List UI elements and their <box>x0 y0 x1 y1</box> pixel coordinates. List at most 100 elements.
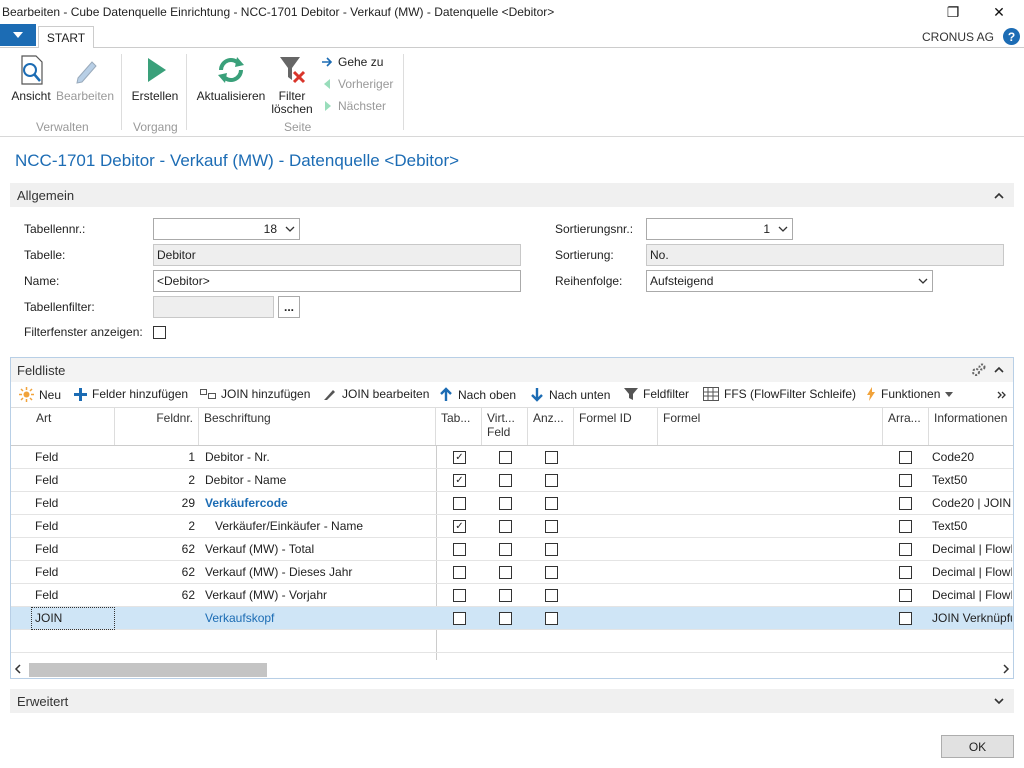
cell-feldnr[interactable]: 62 <box>115 588 195 602</box>
nach-unten-button[interactable]: Nach unten <box>530 387 610 402</box>
col-header-virt[interactable]: Virt... Feld <box>482 408 528 445</box>
erweitert-section-header[interactable]: Erweitert <box>10 689 1014 713</box>
cell-arra-checkbox[interactable] <box>899 543 912 556</box>
bearbeiten-button[interactable]: Bearbeiten <box>56 54 114 103</box>
cell-art[interactable]: Feld <box>35 450 111 464</box>
table-row[interactable]: Feld 1 Debitor - Nr. ✓ Code20 <box>11 446 1013 469</box>
cell-feldnr[interactable]: 1 <box>115 450 195 464</box>
cell-virt-checkbox[interactable] <box>499 566 512 579</box>
cell-arra-checkbox[interactable] <box>899 566 912 579</box>
col-header-feldnr[interactable]: Feldnr. <box>115 408 199 445</box>
cell-feldnr[interactable]: 2 <box>115 473 195 487</box>
cell-informationen[interactable]: Text50 <box>932 519 1012 533</box>
more-actions-icon[interactable] <box>997 391 1007 399</box>
cell-tab-checkbox[interactable]: ✓ <box>453 520 466 533</box>
cell-arra-checkbox[interactable] <box>899 589 912 602</box>
cell-art[interactable]: Feld <box>35 496 111 510</box>
horizontal-scrollbar[interactable] <box>11 658 1013 677</box>
cell-virt-checkbox[interactable] <box>499 589 512 602</box>
cell-beschriftung[interactable]: Debitor - Nr. <box>205 450 430 464</box>
aktualisieren-button[interactable]: Aktualisieren <box>195 54 267 103</box>
cell-beschriftung[interactable]: Debitor - Name <box>205 473 430 487</box>
filter-loeschen-button[interactable]: Filter löschen <box>270 54 314 116</box>
cell-tab-checkbox[interactable]: ✓ <box>453 474 466 487</box>
cell-informationen[interactable]: Text50 <box>932 473 1012 487</box>
cell-anz-checkbox[interactable] <box>545 589 558 602</box>
cell-beschriftung[interactable]: Verkauf (MW) - Vorjahr <box>205 588 430 602</box>
col-header-anz[interactable]: Anz... <box>528 408 574 445</box>
cell-tab-checkbox[interactable] <box>453 612 466 625</box>
cell-informationen[interactable]: Decimal | FlowF <box>932 588 1012 602</box>
join-bearbeiten-button[interactable]: JOIN bearbeiten <box>323 387 429 401</box>
cell-arra-checkbox[interactable] <box>899 612 912 625</box>
cell-arra-checkbox[interactable] <box>899 497 912 510</box>
cell-feldnr[interactable]: 62 <box>115 542 195 556</box>
cell-art[interactable]: Feld <box>35 542 111 556</box>
cell-art[interactable]: Feld <box>35 565 111 579</box>
table-row[interactable]: Feld 62 Verkauf (MW) - Vorjahr Decimal | Fl… <box>11 584 1013 607</box>
help-icon[interactable]: ? <box>1003 28 1020 45</box>
scrollbar-thumb[interactable] <box>29 663 267 677</box>
cell-informationen[interactable]: Code20 <box>932 450 1012 464</box>
col-header-formel-id[interactable]: Formel ID <box>574 408 658 445</box>
restore-button[interactable]: ❐ <box>930 0 976 24</box>
tab-start[interactable]: START <box>38 26 94 49</box>
cell-arra-checkbox[interactable] <box>899 451 912 464</box>
cell-tab-checkbox[interactable] <box>453 497 466 510</box>
col-header-beschriftung[interactable]: Beschriftung <box>199 408 436 445</box>
cell-informationen[interactable]: JOIN Verknüpfu <box>932 611 1012 625</box>
cell-tab-checkbox[interactable] <box>453 543 466 556</box>
neu-button[interactable]: Neu <box>19 387 61 402</box>
cell-anz-checkbox[interactable] <box>545 612 558 625</box>
table-row[interactable]: Feld 62 Verkauf (MW) - Total Decimal | Flow… <box>11 538 1013 561</box>
reihenfolge-select[interactable]: Aufsteigend <box>646 270 933 292</box>
cell-anz-checkbox[interactable] <box>545 566 558 579</box>
col-header-arra[interactable]: Arra... <box>883 408 929 445</box>
company-name[interactable]: CRONUS AG <box>922 30 994 44</box>
cell-art[interactable]: Feld <box>35 519 111 533</box>
tabellenfilter-field[interactable] <box>153 296 274 318</box>
cell-beschriftung[interactable]: Verkauf (MW) - Total <box>205 542 430 556</box>
ok-button[interactable]: OK <box>941 735 1014 758</box>
cell-beschriftung[interactable]: Verkaufskopf <box>205 611 430 625</box>
file-menu-button[interactable] <box>0 24 36 46</box>
cell-virt-checkbox[interactable] <box>499 612 512 625</box>
gehe-zu-button[interactable]: Gehe zu <box>322 55 383 69</box>
chevron-up-icon[interactable] <box>994 366 1004 373</box>
naechster-button[interactable]: Nächster <box>322 99 386 113</box>
cell-virt-checkbox[interactable] <box>499 451 512 464</box>
table-row[interactable]: Feld 62 Verkauf (MW) - Dieses Jahr Decimal … <box>11 561 1013 584</box>
cell-feldnr[interactable]: 29 <box>115 496 195 510</box>
cell-anz-checkbox[interactable] <box>545 520 558 533</box>
cell-beschriftung[interactable]: Verkäufer/Einkäufer - Name <box>215 519 440 533</box>
name-field[interactable]: <Debitor> <box>153 270 521 292</box>
table-row[interactable]: Feld 29 Verkäufercode Code20 | JOIN: A <box>11 492 1013 515</box>
cell-feldnr[interactable]: 2 <box>115 519 195 533</box>
chevron-left-icon[interactable] <box>14 664 21 674</box>
cell-virt-checkbox[interactable] <box>499 543 512 556</box>
col-header-informationen[interactable]: Informationen <box>929 408 1013 445</box>
cell-informationen[interactable]: Decimal | FlowF <box>932 565 1012 579</box>
cell-art[interactable]: JOIN <box>35 611 111 625</box>
cell-art[interactable]: Feld <box>35 473 111 487</box>
feldliste-header[interactable]: Feldliste <box>11 358 1013 382</box>
chevron-right-icon[interactable] <box>1003 664 1010 674</box>
col-header-formel[interactable]: Formel <box>658 408 883 445</box>
col-header-art[interactable]: Art <box>31 408 115 445</box>
cell-anz-checkbox[interactable] <box>545 474 558 487</box>
ansicht-button[interactable]: Ansicht <box>10 54 52 103</box>
cell-virt-checkbox[interactable] <box>499 474 512 487</box>
cell-informationen[interactable]: Decimal | FlowF <box>932 542 1012 556</box>
tabellenfilter-lookup-button[interactable]: ... <box>278 296 300 318</box>
cell-tab-checkbox[interactable] <box>453 589 466 602</box>
feldfilter-button[interactable]: Feldfilter <box>624 387 689 401</box>
sortierungsnr-field[interactable]: 1 <box>646 218 793 240</box>
felder-hinzufuegen-button[interactable]: Felder hinzufügen <box>74 387 188 401</box>
tabellennr-field[interactable]: 18 <box>153 218 300 240</box>
cell-anz-checkbox[interactable] <box>545 497 558 510</box>
cell-feldnr[interactable]: 62 <box>115 565 195 579</box>
join-hinzufuegen-button[interactable]: JOIN hinzufügen <box>200 387 310 401</box>
allgemein-section-header[interactable]: Allgemein <box>10 183 1014 207</box>
cell-art[interactable]: Feld <box>35 588 111 602</box>
cell-informationen[interactable]: Code20 | JOIN: A <box>932 496 1012 510</box>
